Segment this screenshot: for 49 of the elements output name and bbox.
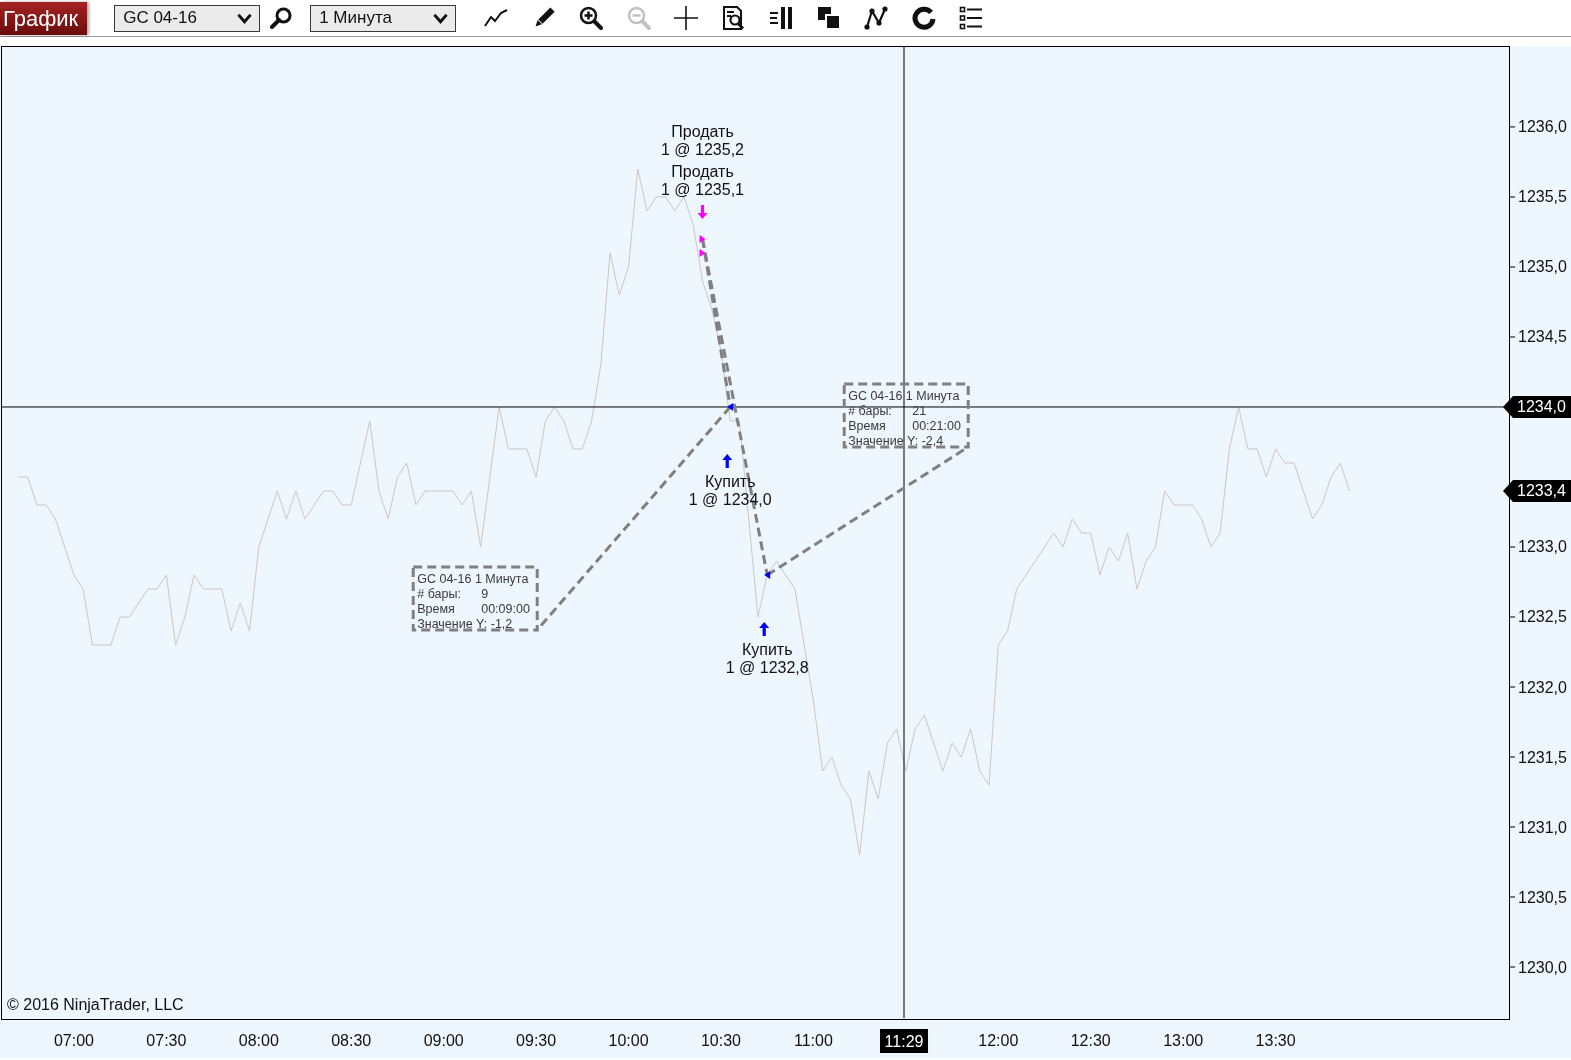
y-axis-label: 1232,0 [1518, 678, 1567, 696]
y-axis-label: 1231,5 [1518, 748, 1567, 766]
x-axis-label: 10:30 [700, 1031, 741, 1049]
x-axis-label: 13:00 [1163, 1031, 1204, 1049]
copyright-text: © 2016 NinjaTrader, LLC [7, 995, 184, 1013]
ruler-bars-value: 21 [912, 404, 927, 418]
ruler-time-label: Время [848, 419, 886, 433]
y-axis-label: 1231,0 [1518, 818, 1567, 836]
execution-action-label: Продать [671, 163, 734, 181]
y-axis-label: 1236,0 [1518, 118, 1567, 136]
ref-line-label: 1234,0 [1517, 398, 1567, 416]
y-axis-label: 1230,5 [1518, 888, 1567, 906]
ruler-title: GC 04-16 1 Минута [848, 389, 960, 403]
ruler-value-text: Значение Y: -2,4 [848, 434, 944, 448]
y-axis-label: 1230,0 [1518, 958, 1567, 976]
ruler-bars-label: # бары: [417, 587, 461, 601]
execution-price-label: 1 @ 1232,8 [725, 659, 809, 677]
x-axis-label: 13:30 [1255, 1031, 1296, 1049]
ruler-bars-value: 9 [481, 587, 489, 601]
ruler-title: GC 04-16 1 Минута [417, 572, 529, 586]
x-axis-label: 07:00 [53, 1031, 94, 1049]
last-price-tag: 1233,4 [1503, 480, 1571, 502]
x-axis-label: 09:00 [423, 1031, 464, 1049]
execution-action-label: Купить [704, 473, 756, 491]
y-axis-label: 1232,5 [1518, 608, 1567, 626]
ruler-time-value: 00:09:00 [481, 602, 530, 616]
y-axis-label: 1235,5 [1518, 188, 1567, 206]
crosshair-time-tag: 11:29 [880, 1029, 928, 1053]
x-axis-label: 12:00 [978, 1031, 1019, 1049]
y-axis-label: 1235,0 [1518, 258, 1567, 276]
execution-price-label: 1 @ 1235,2 [661, 141, 744, 159]
execution-price-label: 1 @ 1234,0 [688, 491, 772, 509]
execution-price-label: 1 @ 1235,1 [661, 181, 744, 199]
execution-action-label: Продать [671, 123, 734, 141]
x-axis-label: 10:00 [608, 1031, 649, 1049]
ruler-value-text: Значение Y: -1,2 [417, 617, 513, 631]
x-axis-label: 12:30 [1070, 1031, 1111, 1049]
x-axis-label: 09:30 [516, 1031, 557, 1049]
x-axis-label: 11:00 [794, 1031, 833, 1049]
ruler-time-value: 00:21:00 [912, 419, 961, 433]
crosshair-price-tag: 1234,0 [1503, 396, 1571, 418]
ruler-time-label: Время [417, 602, 455, 616]
ruler-bars-label: # бары: [848, 404, 892, 418]
execution-action-label: Купить [741, 641, 793, 659]
y-axis-label: 1233,0 [1518, 538, 1567, 556]
y-axis-label: 1234,5 [1518, 328, 1567, 346]
x-axis-label: 08:30 [331, 1031, 372, 1049]
x-axis-label: 07:30 [146, 1031, 187, 1049]
x-axis-label: 08:00 [238, 1031, 279, 1049]
